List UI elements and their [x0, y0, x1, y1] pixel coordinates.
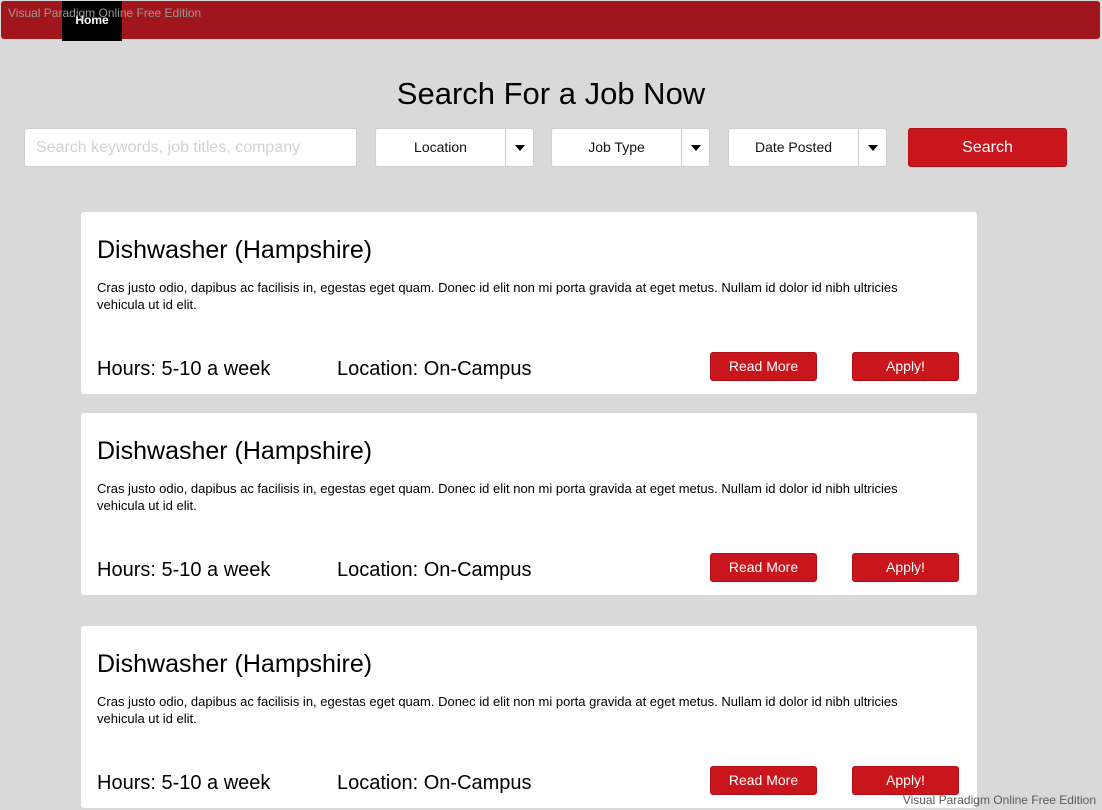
search-input[interactable]	[24, 128, 357, 167]
job-card: Dishwasher (Hampshire) Cras justo odio, …	[81, 212, 977, 394]
chevron-down-icon[interactable]	[868, 145, 878, 151]
job-hours: Hours: 5-10 a week	[97, 559, 271, 581]
location-dropdown-label: Location	[414, 139, 467, 155]
job-location: Location: On-Campus	[337, 358, 532, 380]
read-more-button[interactable]: Read More	[710, 352, 817, 381]
search-button[interactable]: Search	[908, 128, 1067, 167]
dropdown-divider	[681, 129, 682, 166]
job-hours: Hours: 5-10 a week	[97, 772, 271, 794]
apply-button[interactable]: Apply!	[852, 766, 959, 795]
dropdown-divider	[505, 129, 506, 166]
chevron-down-icon[interactable]	[691, 145, 701, 151]
apply-button[interactable]: Apply!	[852, 553, 959, 582]
top-nav-bar: Home Visual Paradigm Online Free Edition	[1, 1, 1100, 41]
date-posted-dropdown-label: Date Posted	[754, 139, 833, 155]
dropdown-divider	[858, 129, 859, 166]
job-title[interactable]: Dishwasher (Hampshire)	[97, 236, 372, 265]
chevron-down-icon[interactable]	[515, 145, 525, 151]
location-dropdown[interactable]: Location	[375, 128, 534, 167]
job-type-dropdown-label: Job Type	[588, 139, 645, 155]
page-title: Search For a Job Now	[396, 76, 706, 111]
job-location: Location: On-Campus	[337, 559, 532, 581]
watermark-top: Visual Paradigm Online Free Edition	[8, 6, 202, 20]
watermark-bottom: Visual Paradigm Online Free Edition	[902, 793, 1096, 807]
job-description: Cras justo odio, dapibus ac facilisis in…	[97, 694, 898, 726]
job-card: Dishwasher (Hampshire) Cras justo odio, …	[81, 413, 977, 595]
job-card: Dishwasher (Hampshire) Cras justo odio, …	[81, 626, 977, 808]
job-type-dropdown[interactable]: Job Type	[551, 128, 710, 167]
date-posted-dropdown[interactable]: Date Posted	[728, 128, 887, 167]
job-hours: Hours: 5-10 a week	[97, 358, 271, 380]
read-more-button[interactable]: Read More	[710, 766, 817, 795]
job-title[interactable]: Dishwasher (Hampshire)	[97, 437, 372, 466]
apply-button[interactable]: Apply!	[852, 352, 959, 381]
job-description: Cras justo odio, dapibus ac facilisis in…	[97, 481, 898, 513]
job-location: Location: On-Campus	[337, 772, 532, 794]
job-title[interactable]: Dishwasher (Hampshire)	[97, 650, 372, 679]
job-description: Cras justo odio, dapibus ac facilisis in…	[97, 280, 898, 312]
read-more-button[interactable]: Read More	[710, 553, 817, 582]
